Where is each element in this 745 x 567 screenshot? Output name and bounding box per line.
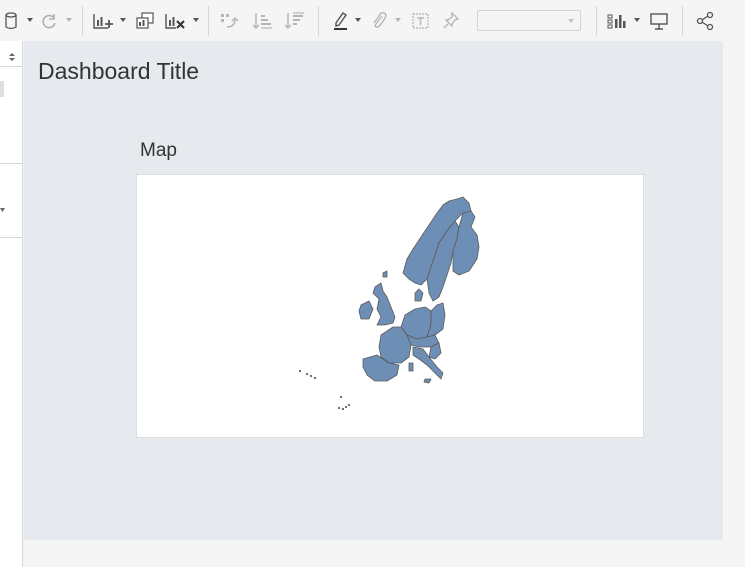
pin-icon[interactable] bbox=[440, 10, 462, 32]
dashboard-canvas: Dashboard Title Map bbox=[24, 41, 723, 540]
divider bbox=[0, 163, 22, 164]
caret-down-icon[interactable] bbox=[0, 201, 6, 219]
map-view[interactable] bbox=[136, 174, 644, 438]
sort-descending-icon[interactable] bbox=[284, 10, 306, 32]
refresh-icon[interactable] bbox=[38, 10, 60, 32]
duplicate-sheet-icon[interactable] bbox=[134, 10, 156, 32]
datasource-dropdown-icon[interactable] bbox=[27, 18, 33, 22]
clear-sheet-dropdown-icon[interactable] bbox=[193, 18, 199, 22]
toolbar-separator bbox=[596, 6, 597, 36]
highlight-icon[interactable] bbox=[330, 10, 352, 32]
map-region-sardinia bbox=[408, 362, 414, 372]
share-icon[interactable] bbox=[694, 10, 716, 32]
presentation-icon[interactable] bbox=[648, 10, 670, 32]
sort-ascending-icon[interactable] bbox=[252, 10, 274, 32]
highlight-dropdown-icon[interactable] bbox=[355, 18, 361, 22]
divider bbox=[0, 66, 22, 67]
map-region-iceland-small bbox=[382, 270, 388, 278]
clear-sheet-icon[interactable] bbox=[164, 10, 186, 32]
refresh-dropdown-icon[interactable] bbox=[66, 18, 72, 22]
side-panel bbox=[0, 41, 23, 567]
show-me-dropdown-icon[interactable] bbox=[634, 18, 640, 22]
map-region-denmark bbox=[414, 288, 424, 302]
map-region-ireland bbox=[358, 300, 374, 320]
fit-select[interactable] bbox=[477, 10, 581, 31]
toolbar-separator bbox=[208, 6, 209, 36]
map-region-sicily bbox=[423, 378, 432, 384]
toolbar-separator bbox=[82, 6, 83, 36]
toolbar bbox=[0, 0, 745, 41]
group-icon[interactable] bbox=[368, 10, 390, 32]
map-region-uk bbox=[372, 282, 396, 326]
europe-map[interactable] bbox=[137, 175, 645, 439]
chevron-down-icon bbox=[568, 19, 574, 23]
show-me-icon[interactable] bbox=[606, 10, 630, 32]
new-worksheet-icon[interactable] bbox=[92, 10, 114, 32]
new-worksheet-dropdown-icon[interactable] bbox=[120, 18, 126, 22]
selection-marker bbox=[0, 81, 4, 97]
swap-rows-columns-icon[interactable] bbox=[218, 10, 240, 32]
divider bbox=[0, 237, 22, 238]
group-dropdown-icon[interactable] bbox=[395, 18, 401, 22]
map-region-atlantic-islands bbox=[298, 369, 351, 411]
dashboard-title[interactable]: Dashboard Title bbox=[38, 58, 199, 85]
map-region-finland bbox=[452, 210, 480, 276]
show-labels-icon[interactable] bbox=[410, 10, 432, 32]
datasource-icon[interactable] bbox=[2, 10, 20, 32]
toolbar-separator bbox=[682, 6, 683, 36]
toolbar-separator bbox=[318, 6, 319, 36]
map-title: Map bbox=[140, 140, 177, 161]
sort-toggle-icon[interactable] bbox=[9, 49, 15, 67]
